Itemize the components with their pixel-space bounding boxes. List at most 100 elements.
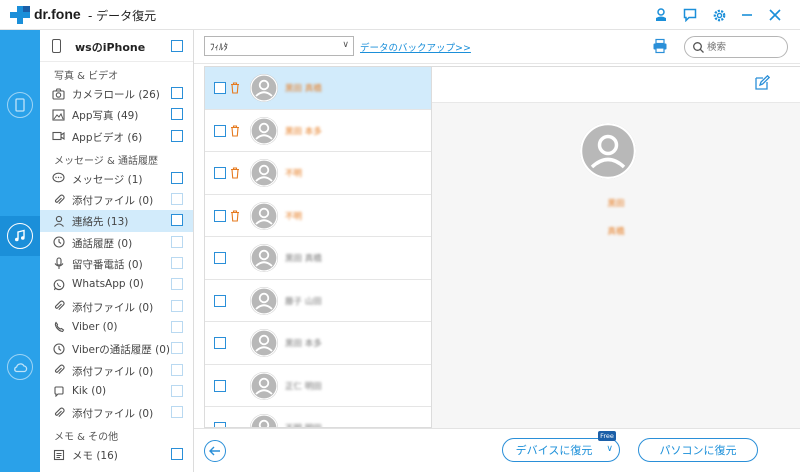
sidebar-item-label: 添付ファイル (0) (72, 195, 154, 208)
contact-row[interactable]: 藤子 山田 (205, 280, 431, 322)
contact-checkbox[interactable] (214, 167, 226, 179)
filter-dropdown[interactable]: ﾌｨﾙﾀ ∨ (204, 36, 354, 56)
sidebar-item[interactable]: App写真 (49) (40, 104, 193, 125)
restore-to-pc-label: パソコンに復元 (659, 444, 737, 457)
contact-checkbox[interactable] (214, 82, 226, 94)
sidebar-item[interactable]: カメラロール (26) (40, 83, 193, 104)
account-icon[interactable] (652, 6, 670, 24)
sidebar-item[interactable]: Viber (0) (40, 317, 193, 338)
chevron-down-icon: ∨ (342, 40, 349, 50)
sidebar-item[interactable]: 通話履歴 (0) (40, 232, 193, 253)
contact-name: 黒田 真橋 (285, 254, 322, 264)
close-icon[interactable] (766, 6, 784, 24)
minimize-icon[interactable] (738, 6, 756, 24)
sidebar-item-checkbox[interactable] (171, 129, 183, 142)
sidebar-section-title: メモ & その他 (54, 432, 119, 444)
contact-checkbox[interactable] (214, 337, 226, 349)
window-title: - データ復元 (88, 9, 157, 23)
sidebar-item-label: 添付ファイル (0) (72, 365, 154, 378)
backup-link[interactable]: データのバックアップ>> (360, 40, 471, 54)
contact-avatar (250, 159, 278, 187)
sidebar-item-checkbox[interactable] (171, 171, 183, 184)
device-recover-icon[interactable] (7, 92, 33, 118)
sidebar-item-label: カメラロール (26) (72, 89, 160, 101)
contact-avatar (250, 414, 278, 427)
contact-row[interactable]: 不明 明田 (205, 407, 431, 427)
detail-header (432, 67, 800, 103)
sidebar-item[interactable]: 留守番電話 (0) (40, 253, 193, 274)
device-row[interactable]: wsのiPhone (40, 30, 193, 62)
sidebar-item-checkbox[interactable] (171, 320, 183, 333)
contact-row[interactable]: 黒田 真橋 (205, 237, 431, 280)
contact-detail: 黒田 真橋 (432, 66, 800, 428)
search-box[interactable] (684, 36, 788, 58)
sidebar-item[interactable]: WhatsApp (0) (40, 274, 193, 295)
sidebar-item[interactable]: Viberの通話履歴 (0) (40, 338, 193, 359)
sidebar-item-checkbox[interactable] (171, 299, 183, 312)
contact-row[interactable]: 黒田 真橋 (205, 67, 431, 110)
restore-device-chevron-icon[interactable]: ∨ (606, 444, 613, 454)
sidebar-item[interactable]: メッセージ (1) (40, 168, 193, 189)
contact-name: 正仁 明田 (285, 381, 322, 392)
deleted-trash-icon (230, 209, 240, 222)
whatsapp-icon (52, 278, 65, 291)
sidebar-item[interactable]: Kik (0) (40, 381, 193, 402)
contact-row[interactable]: 黒田 本多 (205, 322, 431, 365)
sidebar-item-label: Viberの通話履歴 (0) (72, 344, 171, 357)
contact-list: 黒田 真橋黒田 本多不明不明黒田 真橋藤子 山田黒田 本多正仁 明田不明 明田 (204, 66, 432, 428)
sidebar-item-checkbox[interactable] (171, 363, 183, 376)
contact-checkbox[interactable] (214, 209, 226, 222)
sidebar-item[interactable]: 添付ファイル (0) (40, 402, 193, 423)
itunes-recover-icon[interactable] (7, 223, 33, 249)
contact-row[interactable]: 黒田 本多 (205, 110, 431, 152)
sidebar-item-checkbox[interactable] (171, 257, 183, 270)
main-panel: ﾌｨﾙﾀ ∨ データのバックアップ>> 黒田 真橋黒田 本多不明不明黒田 真橋藤… (194, 30, 800, 472)
sidebar-item-checkbox[interactable] (171, 406, 183, 419)
sidebar-item[interactable]: 添付ファイル (0) (40, 360, 193, 381)
video-icon (52, 130, 65, 143)
contact-avatar (250, 116, 278, 145)
contact-avatar (250, 74, 278, 102)
feedback-icon[interactable] (681, 6, 699, 24)
memo-icon (52, 448, 65, 461)
contact-checkbox[interactable] (214, 294, 226, 307)
contact-row[interactable]: 不明 (205, 152, 431, 195)
sidebar-item[interactable]: 添付ファイル (0) (40, 189, 193, 210)
sidebar-item-checkbox[interactable] (171, 193, 183, 206)
sidebar-item[interactable]: メモ (16) (40, 444, 193, 465)
deleted-trash-icon (230, 167, 240, 179)
sidebar-item-checkbox[interactable] (171, 448, 183, 461)
restore-to-pc-button[interactable]: パソコンに復元 (638, 438, 758, 462)
contact-checkbox[interactable] (214, 252, 226, 264)
contact-checkbox[interactable] (214, 124, 226, 137)
icloud-recover-icon[interactable] (7, 354, 33, 380)
contact-checkbox[interactable] (214, 379, 226, 392)
attachment-icon (52, 193, 65, 206)
print-icon[interactable] (652, 38, 668, 54)
search-input[interactable] (707, 40, 783, 55)
sidebar-item-checkbox[interactable] (171, 235, 183, 248)
edit-icon[interactable] (754, 75, 770, 91)
contact-row[interactable]: 不明 (205, 195, 431, 237)
restore-to-device-label: デバイスに復元 (515, 444, 593, 457)
contact-avatar (250, 371, 278, 400)
sidebar-item[interactable]: 連絡先 (13) (40, 210, 193, 232)
sidebar-item-checkbox[interactable] (171, 108, 183, 121)
device-select-all-checkbox[interactable] (171, 40, 183, 52)
settings-gear-icon[interactable] (710, 6, 728, 24)
sidebar-item-checkbox[interactable] (171, 87, 183, 99)
search-icon (693, 42, 704, 53)
back-button[interactable] (204, 440, 226, 462)
sidebar-item-label: 連絡先 (13) (72, 216, 129, 229)
sidebar-item-checkbox[interactable] (171, 278, 183, 291)
restore-to-device-button[interactable]: デバイスに復元 ∨ (502, 438, 620, 462)
sidebar-item-checkbox[interactable] (171, 342, 183, 355)
sidebar-item-checkbox[interactable] (171, 384, 183, 397)
contact-row[interactable]: 正仁 明田 (205, 365, 431, 407)
drfone-logo-icon (10, 6, 30, 24)
sidebar-item[interactable]: Appビデオ (6) (40, 126, 193, 147)
sidebar-item[interactable]: 添付ファイル (0) (40, 296, 193, 317)
iphone-icon (52, 39, 61, 53)
sidebar-item-checkbox[interactable] (171, 214, 183, 227)
deleted-trash-icon (230, 82, 240, 94)
